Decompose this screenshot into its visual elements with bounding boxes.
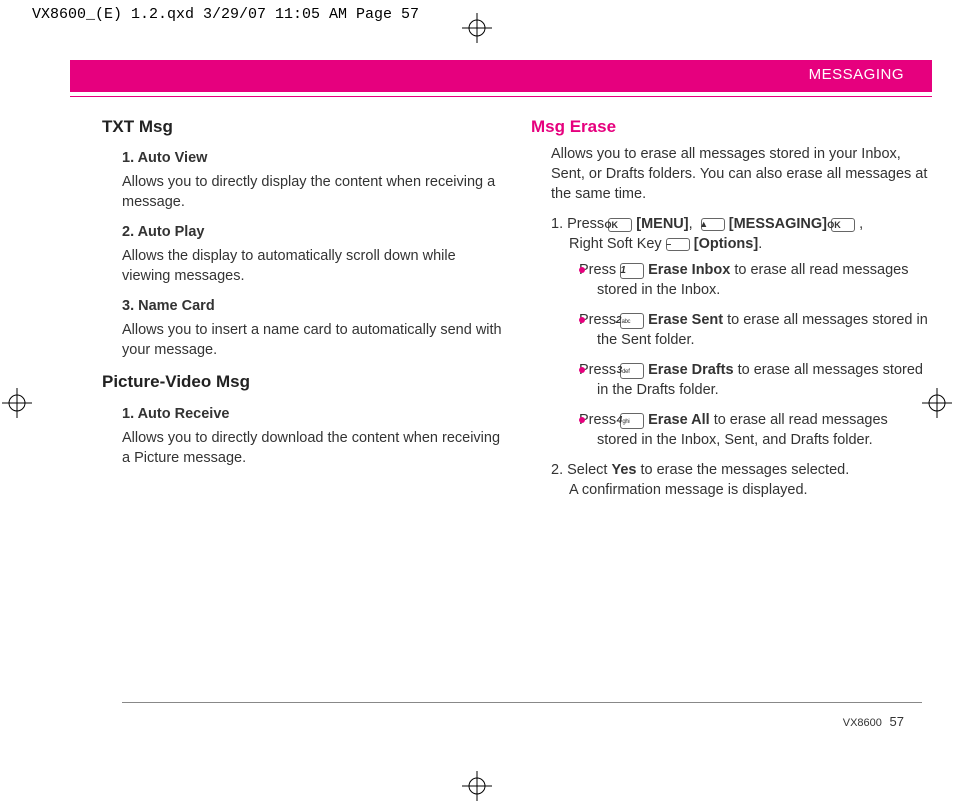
erase-all-item: Press 4ghi Erase All to erase all read m… [579, 410, 932, 450]
msg-erase-intro: Allows you to erase all messages stored … [551, 144, 932, 204]
auto-play-desc: Allows the display to automatically scro… [122, 246, 503, 286]
crop-header: VX8600_(E) 1.2.qxd 3/29/07 11:05 AM Page… [32, 6, 419, 23]
auto-play-heading: 2. Auto Play [122, 222, 503, 242]
auto-receive-desc: Allows you to directly download the cont… [122, 428, 503, 468]
messaging-label: [MESSAGING] [729, 216, 831, 232]
banner-label: MESSAGING [809, 66, 904, 83]
menu-label: [MENU] [636, 216, 688, 232]
up-key-icon: ▲ [701, 218, 725, 231]
page-footer: VX8600 57 [843, 714, 904, 729]
registration-left [2, 388, 32, 418]
section-banner: MESSAGING [70, 60, 932, 92]
registration-top [462, 13, 492, 43]
yes-label: Yes [611, 462, 636, 478]
banner-rule [70, 96, 932, 97]
key-2-icon: 2abc [620, 313, 644, 329]
ok-key-icon: OK [608, 218, 632, 232]
erase-inbox-item: Press 1 Erase Inbox to erase all read me… [579, 260, 932, 300]
ok-key-icon-2: OK [831, 218, 855, 232]
erase-sent-label: Erase Sent [648, 312, 723, 328]
pic-video-heading: Picture-Video Msg [102, 370, 503, 393]
name-card-desc: Allows you to insert a name card to auto… [122, 320, 503, 360]
erase-drafts-item: Press 3def Erase Drafts to erase all mes… [579, 360, 932, 400]
model-label: VX8600 [843, 717, 882, 729]
footer-rule [122, 702, 922, 703]
options-label: [Options] [694, 236, 758, 252]
page-number: 57 [890, 714, 904, 729]
msg-erase-heading: Msg Erase [531, 115, 932, 138]
softkey-line: Right Soft Key [569, 236, 666, 252]
auto-view-desc: Allows you to directly display the conte… [122, 172, 503, 212]
key-3-icon: 3def [620, 363, 644, 379]
auto-view-heading: 1. Auto View [122, 148, 503, 168]
txt-msg-heading: TXT Msg [102, 115, 503, 138]
name-card-heading: 3. Name Card [122, 296, 503, 316]
step1-prefix: 1. Press [551, 216, 608, 232]
step-2: 2. Select Yes to erase the messages sele… [551, 460, 932, 500]
erase-inbox-label: Erase Inbox [648, 262, 730, 278]
key-1-icon: 1 [620, 263, 644, 279]
erase-sent-item: Press 2abc Erase Sent to erase all messa… [579, 310, 932, 350]
auto-receive-heading: 1. Auto Receive [122, 404, 503, 424]
erase-drafts-label: Erase Drafts [648, 362, 733, 378]
registration-bottom [462, 771, 492, 801]
content-columns: TXT Msg 1. Auto View Allows you to direc… [70, 115, 932, 510]
key-4-icon: 4ghi [620, 413, 644, 429]
softkey-icon: – [666, 238, 690, 251]
erase-all-label: Erase All [648, 412, 710, 428]
page: MESSAGING TXT Msg 1. Auto View Allows yo… [70, 60, 932, 759]
left-column: TXT Msg 1. Auto View Allows you to direc… [122, 115, 503, 510]
step-1: 1. Press OK [MENU], ▲ [MESSAGING] OK , R… [551, 214, 932, 450]
right-column: Msg Erase Allows you to erase all messag… [551, 115, 932, 510]
